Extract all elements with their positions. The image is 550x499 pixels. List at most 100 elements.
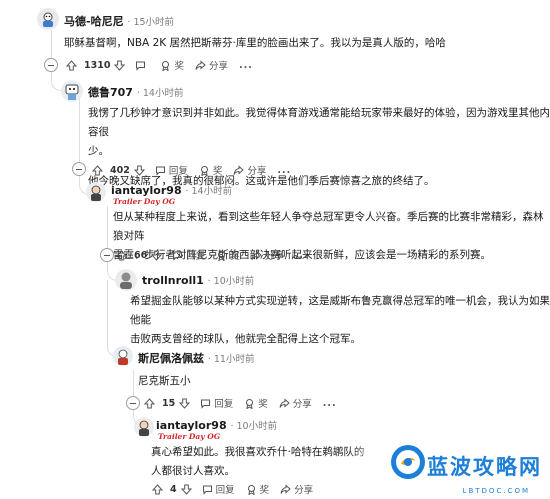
share-icon xyxy=(251,249,262,261)
watermark-title: 蓝波攻略网 xyxy=(427,455,542,479)
award-button[interactable]: 奖 xyxy=(246,482,269,496)
avatar[interactable] xyxy=(61,80,83,102)
vote-count: 402 xyxy=(110,164,130,176)
upvote-icon[interactable] xyxy=(143,397,156,409)
award-button[interactable]: 奖 xyxy=(199,163,222,177)
share-icon xyxy=(195,59,206,71)
thread-line[interactable] xyxy=(107,206,108,250)
comment-actions: 1310 奖 分享 ... xyxy=(65,57,253,73)
thread-line[interactable] xyxy=(133,370,134,396)
timestamp: · 11小时前 xyxy=(207,354,255,365)
share-icon xyxy=(233,164,245,176)
award-button[interactable]: 奖 xyxy=(216,248,240,262)
comment-line: 尼克斯五小 xyxy=(138,375,191,387)
comment-line: 击败两支曾经的球队，他就完全配得上这个冠军。 xyxy=(130,333,361,345)
username[interactable]: 马德-哈尼尼 xyxy=(64,15,124,28)
comment-line: 但从某种程度上来说，看到这些年轻人争夺总冠军更令人兴奋。季后赛的比赛非常精彩，森… xyxy=(113,211,544,242)
vote-count: 15 xyxy=(162,397,176,409)
comment-body: 耶稣基督啊，NBA 2K 居然把斯蒂芬·库里的脸画出来了。我以为是真人版的，哈哈 xyxy=(64,34,446,53)
avatar[interactable] xyxy=(113,346,133,366)
timestamp: · 10小时前 xyxy=(207,276,255,287)
comment-line: 我愣了几秒钟才意识到并非如此。我觉得体育游戏通常能给玩家带来最好的体验，因为游戏… xyxy=(88,107,550,138)
comment-actions: 66 回复 奖 分享 ... xyxy=(115,247,309,263)
upvote-icon[interactable] xyxy=(65,59,78,71)
username[interactable]: iantaylor98 xyxy=(156,419,227,432)
avatar[interactable] xyxy=(134,417,154,437)
comment-author[interactable]: 德鲁707 · 14小时前 xyxy=(88,84,183,100)
award-button[interactable]: 奖 xyxy=(160,58,184,72)
avatar[interactable] xyxy=(37,8,59,30)
username[interactable]: 德鲁707 xyxy=(88,86,133,99)
downvote-icon[interactable] xyxy=(151,250,163,261)
comment-author[interactable]: 马德-哈尼尼 · 15小时前 xyxy=(64,13,174,29)
timestamp: · 10小时前 xyxy=(230,421,278,432)
award-icon xyxy=(160,60,171,71)
comment-author[interactable]: iantaylor98 · 14小时前 xyxy=(111,183,232,197)
reply-button[interactable]: 回复 xyxy=(200,396,233,410)
collapse-button[interactable] xyxy=(126,396,140,410)
thread-line[interactable] xyxy=(79,98,80,164)
collapse-button[interactable] xyxy=(44,58,58,72)
comment-author[interactable]: iantaylor98 · 10小时前 xyxy=(156,418,277,432)
share-button[interactable]: 分享 xyxy=(279,396,312,410)
username[interactable]: trollnroll1 xyxy=(142,274,204,287)
reply-button[interactable]: 回复 xyxy=(202,482,235,496)
upvote-icon[interactable] xyxy=(91,164,104,176)
upvote-icon[interactable] xyxy=(151,483,164,495)
award-icon xyxy=(216,250,227,261)
share-button[interactable]: 分享 xyxy=(195,58,228,72)
award-button[interactable]: 奖 xyxy=(244,396,268,410)
vote-count: 66 xyxy=(134,249,148,261)
more-options-button[interactable]: ... xyxy=(277,165,291,176)
comment-line: 真心希望如此。我很喜欢乔什·哈特在鹈鹕队的 xyxy=(151,446,365,458)
watermark: 蓝波攻略网 LBTDOC.COM xyxy=(345,437,550,499)
share-button[interactable]: 分享 xyxy=(280,482,313,496)
comment-icon xyxy=(135,60,146,71)
comment-line: 耶稣基督啊，NBA 2K 居然把斯蒂芬·库里的脸画出来了。我以为是真人版的，哈哈 xyxy=(64,37,446,49)
comment-icon xyxy=(202,484,213,495)
more-options-button[interactable]: ... xyxy=(295,250,309,261)
comment-line: 人都很讨人喜欢。 xyxy=(151,465,235,477)
comment-actions: 15 回复 奖 分享 ... xyxy=(143,395,337,411)
comment-actions: 402 回复 奖 分享 ... xyxy=(91,162,291,178)
collapse-button[interactable] xyxy=(100,248,114,262)
reply-button[interactable]: 回复 xyxy=(172,248,205,262)
user-flair: Trailer Day OG xyxy=(158,432,221,441)
downvote-icon[interactable] xyxy=(180,484,192,495)
username[interactable]: iantaylor98 xyxy=(111,184,182,197)
share-button[interactable]: 分享 xyxy=(233,163,266,177)
user-flair: Trailer Day OG xyxy=(113,197,176,206)
downvote-icon[interactable] xyxy=(133,165,145,176)
comment-body: 真心希望如此。我很喜欢乔什·哈特在鹈鹕队的 人都很讨人喜欢。 xyxy=(151,443,364,481)
comment-actions: 4 回复 奖 分享 xyxy=(151,481,324,497)
username[interactable]: 斯尼佩洛佩兹 xyxy=(138,352,204,365)
upvote-icon[interactable] xyxy=(115,249,128,261)
share-icon xyxy=(280,483,291,495)
more-options-button[interactable]: ... xyxy=(323,398,337,409)
reply-button[interactable]: 回复 xyxy=(155,163,188,177)
timestamp: · 14小时前 xyxy=(185,186,233,197)
award-icon xyxy=(246,484,257,495)
comment-icon xyxy=(172,250,183,261)
watermark-url: LBTDOC.COM xyxy=(462,487,530,495)
comment-body: 尼克斯五小 xyxy=(138,372,191,391)
collapse-button[interactable] xyxy=(72,162,86,176)
comment-author[interactable]: 斯尼佩洛佩兹 · 11小时前 xyxy=(138,350,254,366)
more-options-button[interactable]: ... xyxy=(239,60,253,71)
reply-button[interactable] xyxy=(135,60,149,71)
share-icon xyxy=(279,397,290,409)
timestamp: · 14小时前 xyxy=(136,88,184,99)
avatar[interactable] xyxy=(86,182,106,202)
downvote-icon[interactable] xyxy=(179,398,191,409)
award-icon xyxy=(199,165,210,176)
downvote-icon[interactable] xyxy=(114,60,126,71)
avatar[interactable] xyxy=(115,269,137,291)
thread-elbow xyxy=(107,280,117,357)
comment-body: 希望掘金队能够以某种方式实现逆转，这是威斯布鲁克赢得总冠军的唯一机会，我认为如果… xyxy=(130,292,550,349)
comment-author[interactable]: trollnroll1 · 10小时前 xyxy=(142,273,254,287)
share-button[interactable]: 分享 xyxy=(251,248,284,262)
thread-line[interactable] xyxy=(51,30,52,60)
watermark-logo-icon xyxy=(391,445,425,479)
timestamp: · 15小时前 xyxy=(127,17,175,28)
vote-count: 1310 xyxy=(84,59,111,71)
